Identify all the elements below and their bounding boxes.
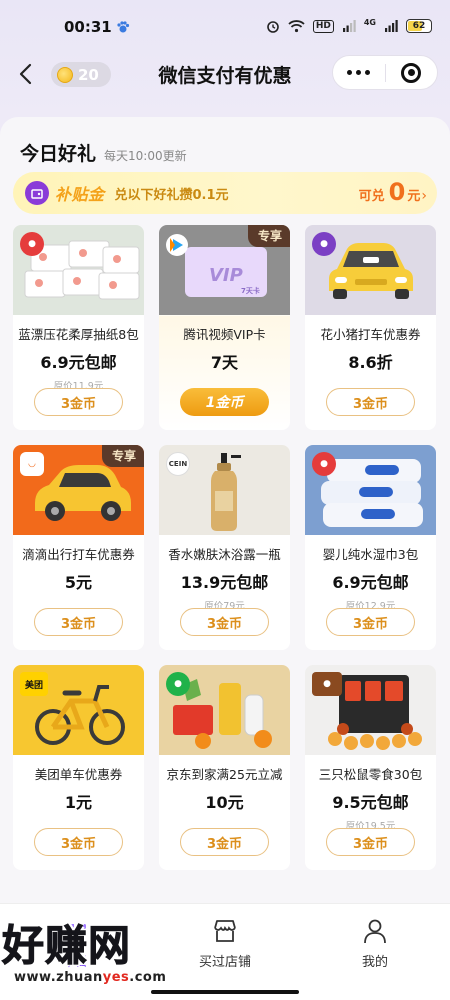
brand-logo-icon: ● [312, 452, 336, 476]
product-price: 6.9元包邮 [332, 573, 409, 592]
product-price: 10元 [205, 793, 244, 812]
status-bar: 00:31 HD 4G 62 [0, 0, 450, 50]
tab-mine[interactable]: 我的 [325, 917, 425, 970]
product-card[interactable]: VIP 7天卡 专享 腾讯视频VIP卡 7天 1金币 [159, 225, 290, 430]
watermark-cn: 好赚网 [2, 921, 132, 971]
product-name: 香水嫩肤沐浴露一瓶 [168, 547, 281, 562]
brand-logo-icon: ◡ [20, 452, 44, 476]
subsidy-brand: 补贴金 [55, 185, 105, 204]
battery-icon: 62 [406, 19, 432, 33]
brand-logo-icon: ● [312, 672, 342, 696]
redeemable-label: 可兑 [358, 189, 385, 204]
product-grid: ● 蓝漂压花柔厚抽纸8包 6.9元包邮 原价11.9元 3金币 VIP 7天卡 … [13, 225, 437, 870]
product-card[interactable]: ● 京东到家满25元立减 10元 3金币 [159, 665, 290, 870]
nav-bar: 20 微信支付有优惠 [0, 50, 450, 98]
product-name: 蓝漂压花柔厚抽纸8包 [18, 327, 139, 342]
main-panel: 今日好礼 每天10:00更新 补贴金 兑以下好礼攒0.1元 可兑 0 元 › ●… [0, 117, 450, 907]
exclusive-badge: 专享 [247, 225, 290, 247]
redeem-button[interactable]: 3金币 [34, 388, 123, 416]
redeem-button[interactable]: 3金币 [180, 828, 269, 856]
exclusive-badge: 专享 [101, 445, 144, 467]
product-image-snacks: ● [305, 665, 436, 755]
network-label: 4G [363, 18, 376, 27]
mini-program-capsule [332, 55, 438, 90]
redeemable-unit: 元 [407, 189, 421, 204]
wallet-icon [25, 181, 49, 205]
product-card[interactable]: CEIN 香水嫩肤沐浴露一瓶 13.9元包邮 原价79元 3金币 [159, 445, 290, 650]
product-image-didi: ◡ 专享 [13, 445, 144, 535]
status-icons: HD 4G 62 [266, 19, 432, 33]
product-image-tissue: ● [13, 225, 144, 315]
redeem-button[interactable]: 3金币 [180, 608, 269, 636]
redeem-button[interactable]: 1金币 [180, 388, 269, 416]
more-menu-icon[interactable] [333, 70, 385, 75]
watermark-url: www.zhuanyes.com [14, 970, 167, 985]
tab-mine-label: 我的 [361, 955, 388, 970]
product-card[interactable]: ◡ 专享 滴滴出行打车优惠券 5元 3金币 [13, 445, 144, 650]
product-name: 三只松鼠零食30包 [318, 767, 423, 782]
redeem-button[interactable]: 3金币 [326, 828, 415, 856]
vip-card-text: VIP [209, 265, 243, 286]
hd-icon: HD [312, 19, 334, 33]
section-subtitle: 每天10:00更新 [104, 149, 187, 163]
alarm-icon [267, 21, 279, 33]
subsidy-text: 兑以下好礼攒0.1元 [114, 187, 229, 203]
brand-logo-icon: ● [312, 232, 336, 256]
product-image-vip-card: VIP 7天卡 专享 [159, 225, 290, 315]
close-mini-program-icon[interactable] [385, 62, 437, 83]
product-image-body-wash: CEIN [159, 445, 290, 535]
product-image-groceries: ● [159, 665, 290, 755]
product-name: 滴滴出行打车优惠券 [22, 547, 135, 562]
section-title: 今日好礼 [20, 143, 97, 165]
chevron-right-icon: › [421, 188, 427, 204]
home-indicator [151, 990, 299, 994]
product-name: 婴儿纯水湿巾3包 [322, 547, 419, 562]
product-image-bike: 美团 [13, 665, 144, 755]
subsidy-banner[interactable]: 补贴金 兑以下好礼攒0.1元 可兑 0 元 › [13, 172, 437, 214]
product-price: 8.6折 [348, 353, 393, 372]
vip-card-sub: 7天卡 [241, 286, 260, 295]
brand-logo-meituan: 美团 [20, 672, 48, 696]
redeemable-amount: 可兑 0 元 › [359, 179, 427, 205]
signal-icon [342, 20, 356, 32]
product-name: 京东到家满25元立减 [166, 767, 283, 782]
watermark: 好赚网 www.zhuanyes.com [2, 912, 242, 998]
product-price: 6.9元包邮 [40, 353, 117, 372]
section-header: 今日好礼 每天10:00更新 [20, 139, 187, 166]
signal-icon-2 [385, 20, 398, 32]
product-card[interactable]: ● 三只松鼠零食30包 9.5元包邮 原价19.5元 3金币 [305, 665, 436, 870]
product-price: 13.9元包邮 [180, 573, 269, 592]
brand-logo-cein: CEIN [166, 452, 190, 476]
brand-logo-icon: ● [20, 232, 44, 256]
user-icon [325, 917, 425, 945]
product-card[interactable]: ● 蓝漂压花柔厚抽纸8包 6.9元包邮 原价11.9元 3金币 [13, 225, 144, 430]
product-price: 9.5元包邮 [332, 793, 409, 812]
product-price: 5元 [64, 573, 93, 592]
product-card[interactable]: ● 花小猪打车优惠券 8.6折 3金币 [305, 225, 436, 430]
redeem-button[interactable]: 3金币 [326, 388, 415, 416]
product-price: 1元 [64, 793, 93, 812]
redeemable-value: 0 [388, 178, 406, 206]
product-card[interactable]: 美团 美团单车优惠券 1元 3金币 [13, 665, 144, 870]
wifi-icon [288, 20, 305, 33]
product-name: 腾讯视频VIP卡 [183, 327, 266, 342]
product-name: 花小猪打车优惠券 [320, 327, 421, 342]
product-image-taxi: ● [305, 225, 436, 315]
redeem-button[interactable]: 3金币 [34, 608, 123, 636]
paw-icon [117, 21, 130, 33]
brand-logo-icon: ● [166, 672, 190, 696]
redeem-button[interactable]: 3金币 [34, 828, 123, 856]
product-price: 7天 [210, 353, 239, 372]
redeem-button[interactable]: 3金币 [326, 608, 415, 636]
product-name: 美团单车优惠券 [34, 767, 123, 782]
product-image-wipes: ● [305, 445, 436, 535]
product-card[interactable]: ● 婴儿纯水湿巾3包 6.9元包邮 原价12.9元 3金币 [305, 445, 436, 650]
status-time: 00:31 [64, 18, 112, 36]
